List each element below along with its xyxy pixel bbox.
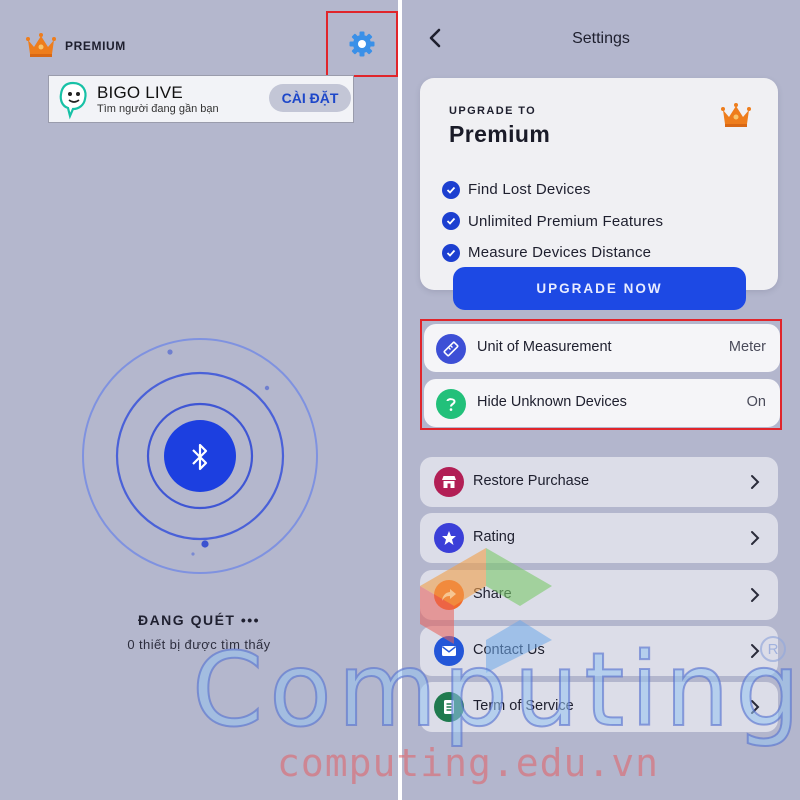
feature-list: Find Lost Devices Unlimited Premium Feat… — [442, 174, 663, 269]
hide-unknown-value: On — [746, 394, 766, 410]
chevron-right-icon — [751, 588, 760, 602]
bigo-live-logo-icon — [59, 81, 87, 120]
upgrade-now-button[interactable]: UPGRADE NOW — [453, 267, 746, 310]
bluetooth-icon[interactable] — [188, 442, 212, 472]
upgrade-eyebrow: UPGRADE TO — [449, 105, 537, 117]
check-icon — [442, 180, 460, 199]
hide-unknown-devices-row[interactable]: Hide Unknown Devices On — [424, 379, 780, 427]
gear-icon — [349, 31, 375, 57]
chevron-right-icon — [751, 475, 760, 489]
unit-value: Meter — [728, 339, 766, 355]
rating-label: Rating — [473, 529, 515, 545]
hide-unknown-label: Hide Unknown Devices — [477, 394, 627, 410]
upgrade-title: Premium — [449, 121, 551, 147]
watermark-url: computing.edu.vn — [277, 741, 660, 785]
chevron-right-icon — [751, 531, 760, 545]
feature-item: Find Lost Devices — [442, 174, 663, 206]
feature-label: Unlimited Premium Features — [468, 212, 664, 230]
ad-subtitle: Tìm người đang gần bạn — [97, 103, 219, 115]
restore-purchase-label: Restore Purchase — [473, 473, 590, 489]
check-icon — [442, 243, 460, 262]
upgrade-card: UPGRADE TO Premium Find Lost Devices Unl… — [420, 78, 778, 290]
scan-status: ĐANG QUÉT ••• — [137, 612, 261, 628]
watermark-registered-mark: R — [760, 636, 786, 662]
crown-icon — [721, 103, 751, 127]
question-icon — [436, 389, 466, 419]
watermark-brand: Computing — [191, 631, 800, 750]
feature-item: Unlimited Premium Features — [442, 206, 663, 238]
feature-item: Measure Devices Distance — [442, 237, 663, 269]
page-title: Settings — [572, 30, 630, 47]
preferences-group: Unit of Measurement Meter Hide Unknown D… — [420, 319, 782, 430]
feature-label: Find Lost Devices — [468, 181, 591, 199]
ad-install-button[interactable]: CÀI ĐẶT — [269, 84, 351, 112]
ad-title: BIGO LIVE — [97, 83, 183, 102]
ruler-icon — [436, 334, 466, 364]
crown-icon[interactable] — [26, 32, 56, 58]
feature-label: Measure Devices Distance — [468, 244, 652, 262]
settings-button[interactable] — [326, 11, 398, 77]
restore-purchase-row[interactable]: Restore Purchase — [420, 457, 778, 507]
unit-label: Unit of Measurement — [477, 339, 612, 355]
store-icon — [434, 467, 464, 497]
ad-banner[interactable]: BIGO LIVE Tìm người đang gần bạn CÀI ĐẶT — [48, 75, 354, 123]
unit-of-measurement-row[interactable]: Unit of Measurement Meter — [424, 324, 780, 372]
check-icon — [442, 212, 460, 231]
premium-label[interactable]: PREMIUM — [65, 39, 126, 53]
